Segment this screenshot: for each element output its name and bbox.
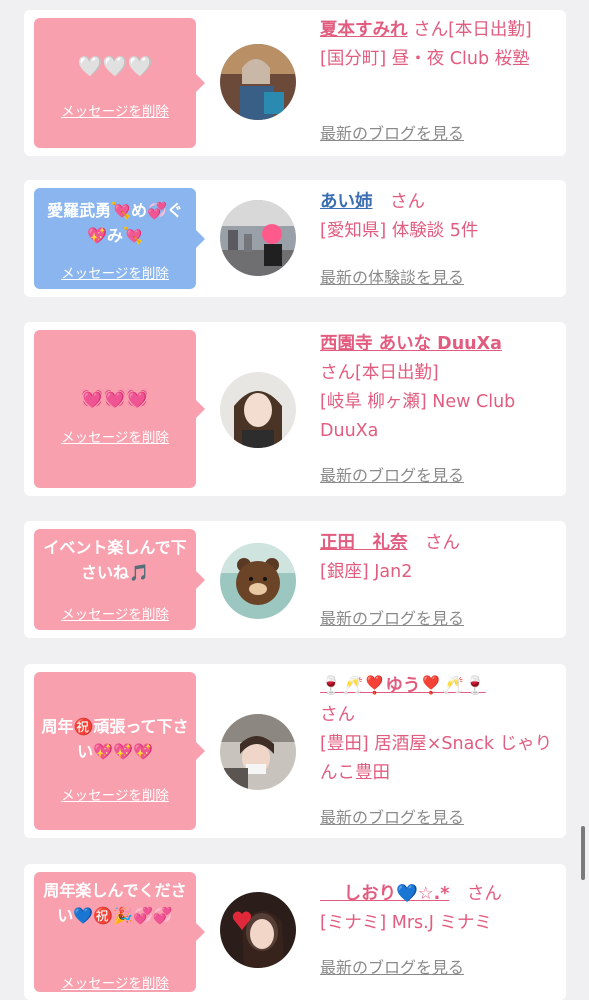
delete-message-link[interactable]: メッセージを削除 xyxy=(34,784,196,804)
user-name-link[interactable]: 西園寺 あいな DuuXa xyxy=(320,334,502,354)
message-card: 愛羅武勇💘め💞ぐ💖み💘 メッセージを削除 あい姉 さん [愛知県] 体験談 5件… xyxy=(24,180,566,297)
shop-location: [銀座] Jan2 xyxy=(320,562,413,582)
shop-location: [豊田] 居酒屋×Snack じゃりんこ豊田 xyxy=(320,734,553,783)
message-card: 周年㊗️頑張って下さい💖💖💖 メッセージを削除 🍷🥂❣️ゆう❣️🥂🍷 さん [豊… xyxy=(24,664,566,838)
user-info: しおり💙☆.* さん [ミナミ] Mrs.J ミナミ xyxy=(320,880,556,938)
user-info: 🍷🥂❣️ゆう❣️🥂🍷 さん [豊田] 居酒屋×Snack じゃりんこ豊田 xyxy=(320,672,556,788)
message-text: 🤍🤍🤍 xyxy=(77,54,153,78)
avatar[interactable] xyxy=(220,714,296,790)
user-info: 夏本すみれ さん[本日出勤] [国分町] 昼・夜 Club 桜塾 xyxy=(320,16,556,74)
user-name-link[interactable]: 夏本すみれ xyxy=(320,20,408,40)
message-text: 周年㊗️頑張って下さい💖💖💖 xyxy=(41,717,189,761)
latest-blog-link[interactable]: 最新のブログを見る xyxy=(320,120,464,144)
user-name-link[interactable]: あい姉 xyxy=(320,192,373,212)
honorific-status: さん xyxy=(466,884,502,904)
delete-message-link[interactable]: メッセージを削除 xyxy=(34,426,196,446)
delete-message-link[interactable]: メッセージを削除 xyxy=(34,100,196,120)
message-bubble: 愛羅武勇💘め💞ぐ💖み💘 メッセージを削除 xyxy=(34,188,205,289)
avatar[interactable] xyxy=(220,200,296,276)
honorific-status: さん xyxy=(425,533,460,553)
avatar[interactable] xyxy=(220,892,296,968)
message-card: 🤍🤍🤍 メッセージを削除 夏本すみれ さん[本日出勤] [国分町] 昼・夜 Cl… xyxy=(24,10,566,156)
message-bubble: 💓💓💓 メッセージを削除 xyxy=(34,330,205,488)
user-info: 正田 礼奈 さん [銀座] Jan2 xyxy=(320,529,556,587)
avatar[interactable] xyxy=(220,44,296,120)
shop-location: [ミナミ] Mrs.J ミナミ xyxy=(320,913,492,933)
latest-blog-link[interactable]: 最新のブログを見る xyxy=(320,954,464,978)
latest-blog-link[interactable]: 最新のブログを見る xyxy=(320,804,464,828)
honorific-status: さん xyxy=(390,192,425,212)
honorific-status: さん[本日出勤] xyxy=(413,20,532,40)
honorific-status: さん[本日出勤] xyxy=(320,363,439,383)
avatar[interactable] xyxy=(220,543,296,619)
message-card: 周年楽しんでください💙㊗️🎉💞💞 メッセージを削除 しおり💙☆.* さん [ミナ… xyxy=(24,864,566,1000)
latest-blog-link[interactable]: 最新のブログを見る xyxy=(320,605,464,629)
message-bubble: イベント楽しんで下さいね🎵 メッセージを削除 xyxy=(34,529,205,630)
user-name-link[interactable]: 🍷🥂❣️ゆう❣️🥂🍷 xyxy=(320,676,486,696)
delete-message-link[interactable]: メッセージを削除 xyxy=(34,972,196,992)
message-bubble: 周年㊗️頑張って下さい💖💖💖 メッセージを削除 xyxy=(34,672,205,830)
user-name-link[interactable]: しおり💙☆.* xyxy=(320,884,450,904)
delete-message-link[interactable]: メッセージを削除 xyxy=(34,603,196,623)
delete-message-link[interactable]: メッセージを削除 xyxy=(34,262,196,282)
shop-location: [岐阜 柳ヶ瀬] New Club DuuXa xyxy=(320,392,516,441)
user-info: 西園寺 あいな DuuXa さん[本日出勤] [岐阜 柳ヶ瀬] New Club… xyxy=(320,330,556,446)
latest-blog-link[interactable]: 最新のブログを見る xyxy=(320,462,464,486)
honorific-status: さん xyxy=(320,705,355,725)
message-bubble: 🤍🤍🤍 メッセージを削除 xyxy=(34,18,205,148)
latest-experience-link[interactable]: 最新の体験談を見る xyxy=(320,264,464,288)
message-bubble: 周年楽しんでください💙㊗️🎉💞💞 メッセージを削除 xyxy=(34,872,205,992)
shop-location: [国分町] 昼・夜 Club 桜塾 xyxy=(320,49,530,69)
scrollbar[interactable] xyxy=(581,826,585,880)
user-info: あい姉 さん [愛知県] 体験談 5件 xyxy=(320,188,556,246)
message-text: 愛羅武勇💘め💞ぐ💖み💘 xyxy=(47,201,183,245)
user-name-link[interactable]: 正田 礼奈 xyxy=(320,533,408,553)
avatar[interactable] xyxy=(220,372,296,448)
message-card: イベント楽しんで下さいね🎵 メッセージを削除 正田 礼奈 さん [銀座] Jan… xyxy=(24,521,566,638)
message-text: 💓💓💓 xyxy=(81,388,149,409)
message-text: イベント楽しんで下さいね🎵 xyxy=(43,538,187,582)
message-text: 周年楽しんでください💙㊗️🎉💞💞 xyxy=(43,881,187,925)
shop-location: [愛知県] 体験談 5件 xyxy=(320,221,479,241)
message-card: 💓💓💓 メッセージを削除 西園寺 あいな DuuXa さん[本日出勤] [岐阜 … xyxy=(24,322,566,496)
